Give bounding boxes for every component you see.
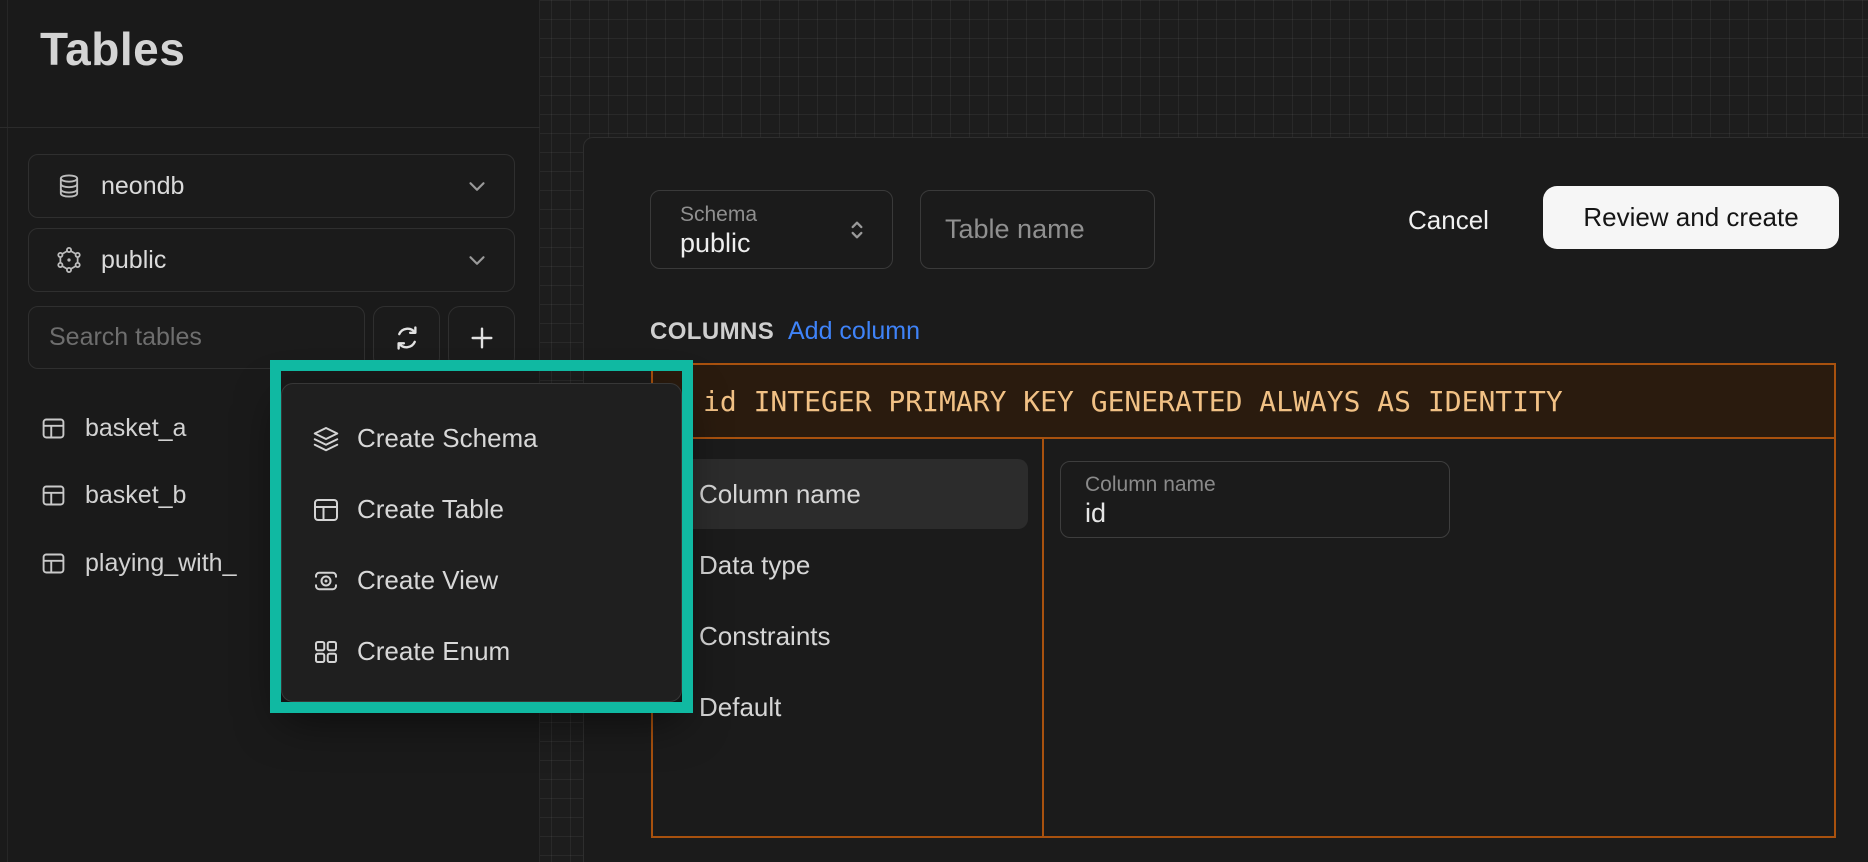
- column-definition-row[interactable]: id INTEGER PRIMARY KEY GENERATED ALWAYS …: [653, 365, 1834, 439]
- plus-icon: [466, 322, 498, 354]
- window-edge-divider: [7, 0, 8, 862]
- table-name-input[interactable]: [920, 190, 1155, 269]
- database-icon: [55, 172, 83, 200]
- table-icon: [311, 495, 341, 525]
- add-table-button[interactable]: [448, 306, 515, 369]
- column-detail-panes: Column name Data type Constraints Defaul…: [653, 439, 1834, 836]
- table-icon: [40, 415, 67, 442]
- database-select[interactable]: neondb: [28, 154, 515, 218]
- schema-dropdown-value: public: [680, 228, 751, 259]
- column-name-input-label: Column name: [1085, 473, 1216, 497]
- table-icon: [40, 550, 67, 577]
- menu-item-create-table[interactable]: Create Table: [282, 474, 681, 545]
- schema-dropdown[interactable]: Schema public: [650, 190, 893, 269]
- chevron-down-icon: [464, 247, 490, 273]
- nav-item-column-name[interactable]: Column name: [665, 459, 1028, 529]
- create-menu-popup: Create Schema Create Table: [281, 383, 682, 702]
- menu-item-label: Create Enum: [357, 636, 510, 667]
- column-settings-form: Column name id: [1044, 439, 1834, 836]
- schema-dropdown-label: Schema: [680, 203, 757, 227]
- database-select-value: neondb: [101, 172, 464, 201]
- add-column-link[interactable]: Add column: [788, 317, 920, 346]
- menu-item-create-schema[interactable]: Create Schema: [282, 403, 681, 474]
- columns-section-header: COLUMNS: [650, 318, 774, 346]
- column-name-input[interactable]: Column name id: [1060, 461, 1450, 538]
- create-table-panel: Schema public Cancel Review and create C…: [583, 137, 1868, 862]
- menu-item-create-view[interactable]: Create View: [282, 545, 681, 616]
- view-icon: [311, 566, 341, 596]
- nav-item-data-type[interactable]: Data type: [665, 530, 1028, 600]
- refresh-icon: [392, 323, 422, 353]
- search-input[interactable]: [28, 306, 365, 369]
- stack-icon: [311, 424, 341, 454]
- cancel-button[interactable]: Cancel: [1390, 198, 1507, 242]
- nav-item-default[interactable]: Default: [665, 672, 1028, 742]
- column-settings-nav: Column name Data type Constraints Defaul…: [653, 439, 1044, 836]
- menu-item-label: Create Schema: [357, 423, 538, 454]
- menu-item-create-enum[interactable]: Create Enum: [282, 616, 681, 687]
- schema-select[interactable]: public: [28, 228, 515, 292]
- table-icon: [40, 482, 67, 509]
- review-and-create-button[interactable]: Review and create: [1543, 186, 1839, 249]
- schema-icon: [55, 246, 83, 274]
- column-editor: id INTEGER PRIMARY KEY GENERATED ALWAYS …: [651, 363, 1836, 838]
- table-name: basket_a: [85, 414, 186, 443]
- nav-item-constraints[interactable]: Constraints: [665, 601, 1028, 671]
- chevron-down-icon: [464, 173, 490, 199]
- table-name: playing_with_: [85, 549, 237, 578]
- page-title: Tables: [40, 22, 185, 76]
- table-name: basket_b: [85, 481, 186, 510]
- refresh-button[interactable]: [373, 306, 440, 369]
- menu-item-label: Create View: [357, 565, 498, 596]
- chevron-updown-icon: [844, 217, 870, 245]
- column-name-input-value: id: [1085, 498, 1106, 529]
- sidebar-divider: [0, 127, 540, 128]
- schema-select-value: public: [101, 246, 464, 275]
- app-window: Tables neondb: [0, 0, 1868, 862]
- menu-item-label: Create Table: [357, 494, 504, 525]
- enum-icon: [311, 637, 341, 667]
